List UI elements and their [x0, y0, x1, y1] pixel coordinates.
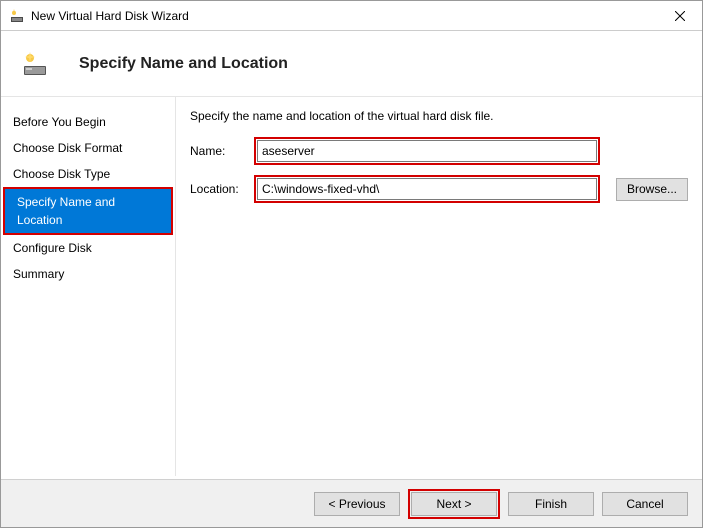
step-choose-disk-format[interactable]: Choose Disk Format [1, 135, 175, 161]
wizard-icon [9, 8, 25, 24]
name-row: Name: [190, 137, 688, 165]
page-title: Specify Name and Location [79, 55, 288, 73]
next-button[interactable]: Next > [411, 492, 497, 516]
wizard-header: Specify Name and Location [1, 31, 702, 96]
wizard-steps-sidebar: Before You Begin Choose Disk Format Choo… [1, 97, 176, 476]
step-configure-disk[interactable]: Configure Disk [1, 235, 175, 261]
content-area: Before You Begin Choose Disk Format Choo… [1, 96, 702, 476]
location-label: Location: [190, 182, 246, 196]
instruction-text: Specify the name and location of the vir… [190, 109, 688, 123]
window-title: New Virtual Hard Disk Wizard [31, 9, 189, 23]
close-icon [675, 11, 685, 21]
step-summary[interactable]: Summary [1, 261, 175, 287]
step-choose-disk-type[interactable]: Choose Disk Type [1, 161, 175, 187]
wizard-footer: < Previous Next > Finish Cancel [1, 479, 702, 527]
close-button[interactable] [657, 1, 702, 30]
browse-button[interactable]: Browse... [616, 178, 688, 201]
step-specify-name-location[interactable]: Specify Name and Location [5, 189, 171, 233]
main-panel: Specify the name and location of the vir… [176, 97, 702, 476]
name-label: Name: [190, 144, 246, 158]
disk-wizard-icon [21, 50, 49, 78]
finish-button[interactable]: Finish [508, 492, 594, 516]
previous-button[interactable]: < Previous [314, 492, 400, 516]
cancel-button[interactable]: Cancel [602, 492, 688, 516]
location-row: Location: Browse... [190, 175, 688, 203]
step-before-you-begin[interactable]: Before You Begin [1, 109, 175, 135]
title-bar: New Virtual Hard Disk Wizard [1, 1, 702, 31]
location-input[interactable] [257, 178, 597, 200]
name-input[interactable] [257, 140, 597, 162]
